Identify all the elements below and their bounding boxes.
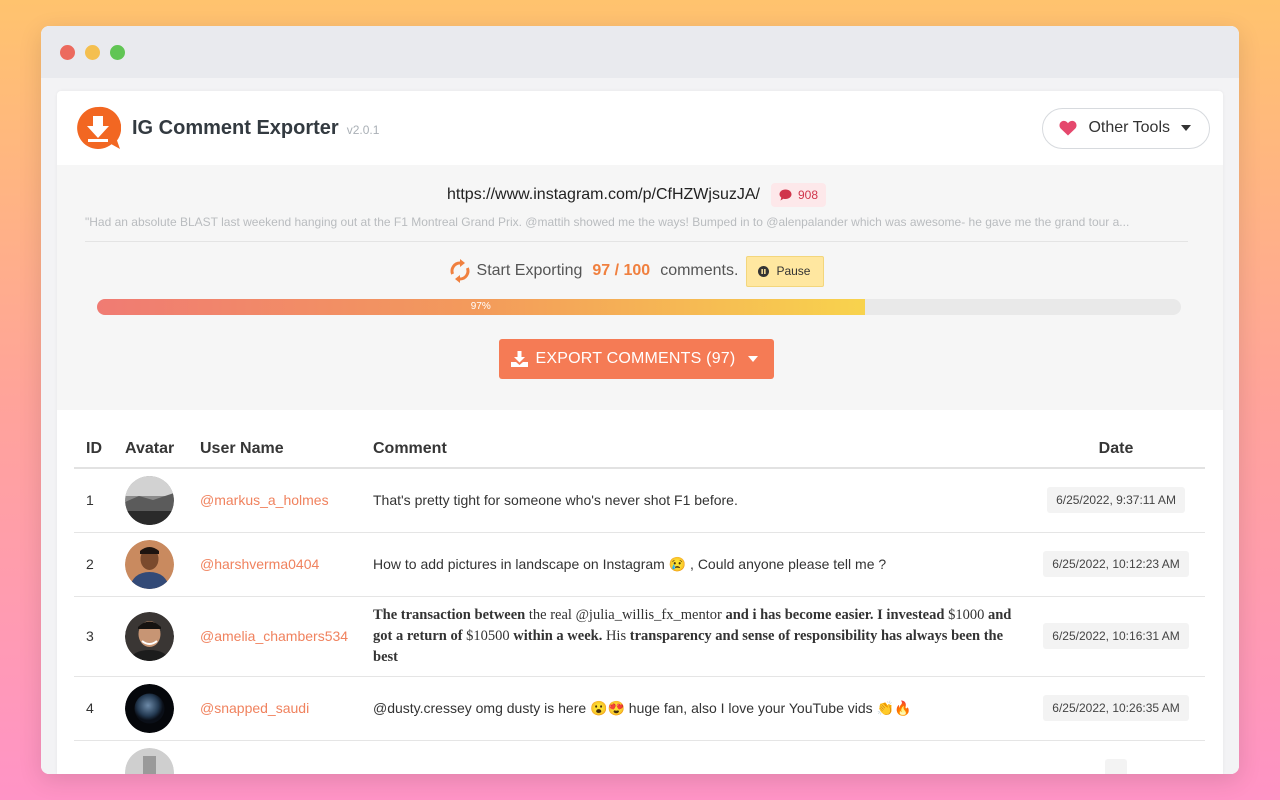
app-header: IG Comment Exporter v2.0.1 Other Tools — [57, 91, 1223, 165]
comment-fragment: and i has become easier. I investead — [725, 606, 945, 623]
heart-icon — [1059, 120, 1077, 136]
post-url[interactable]: https://www.instagram.com/p/CfHZWjsuzJA/ — [447, 186, 760, 204]
table-row: 4 @snapped_saudi @dusty.cressey omg dust… — [74, 676, 1205, 741]
sync-icon — [450, 259, 469, 283]
export-progress-count: 97 / 100 — [592, 262, 651, 279]
avatar[interactable] — [125, 611, 174, 661]
avatar[interactable] — [125, 475, 174, 525]
row-date: 6/25/2022, 10:12:23 AM — [1043, 551, 1189, 577]
comment-fragment: $1000 — [944, 606, 988, 623]
export-status-suffix: comments. — [660, 262, 739, 279]
export-comments-button[interactable]: EXPORT COMMENTS (97) — [498, 339, 775, 379]
header-user-name[interactable]: User Name — [200, 430, 373, 469]
table-row: 2 @harshverma0404 How to add pictures in… — [74, 532, 1205, 597]
row-username[interactable]: @harshverma0404 — [200, 532, 373, 597]
app-title: IG Comment Exporter — [132, 116, 339, 139]
other-tools-label: Other Tools — [1088, 119, 1170, 136]
row-id: 1 — [74, 468, 125, 533]
row-id: 2 — [74, 532, 125, 597]
row-date-cell: 6/25/2022, 9:37:11 AM — [1027, 468, 1205, 533]
row-date-cell: 6/25/2022, 10:12:23 AM — [1027, 532, 1205, 597]
row-avatar-cell — [125, 740, 200, 774]
row-date: 6/25/2022, 10:16:31 AM — [1043, 623, 1189, 649]
pause-button[interactable]: Pause — [746, 255, 825, 287]
pause-icon — [758, 265, 770, 277]
table-row — [74, 740, 1205, 774]
caret-down-icon — [1181, 125, 1191, 131]
row-comment — [373, 740, 1027, 774]
row-username[interactable]: @markus_a_holmes — [200, 468, 373, 533]
row-comment: How to add pictures in landscape on Inst… — [373, 532, 1027, 597]
row-avatar-cell — [125, 468, 200, 533]
export-progress-label: 97% — [470, 301, 491, 312]
other-tools-button[interactable]: Other Tools — [1042, 107, 1210, 149]
header-date[interactable]: Date — [1027, 430, 1205, 469]
pause-label: Pause — [776, 264, 811, 278]
row-avatar-cell — [125, 596, 200, 677]
close-window-button[interactable] — [60, 44, 75, 60]
comment-bubble-icon — [779, 189, 792, 201]
row-comment: That's pretty tight for someone who's ne… — [373, 468, 1027, 533]
comment-count-badge: 908 — [770, 183, 826, 207]
caret-down-icon — [748, 356, 759, 362]
row-comment: The transaction between the real @julia_… — [373, 596, 1027, 677]
row-username[interactable] — [200, 740, 373, 774]
row-date-cell: 6/25/2022, 10:26:35 AM — [1027, 676, 1205, 741]
row-date-cell: 6/25/2022, 10:16:31 AM — [1027, 596, 1205, 677]
row-id: 3 — [74, 596, 125, 677]
avatar[interactable] — [125, 747, 174, 775]
row-date-cell — [1027, 740, 1205, 774]
row-comment: @dusty.cressey omg dusty is here 😮😍 huge… — [373, 676, 1027, 741]
download-logo-icon — [77, 106, 121, 149]
avatar[interactable] — [125, 539, 174, 589]
header-avatar[interactable]: Avatar — [125, 430, 200, 469]
header-comment[interactable]: Comment — [373, 430, 1027, 469]
comment-fragment: $10500 — [462, 627, 514, 644]
download-icon — [510, 351, 528, 367]
row-date: 6/25/2022, 10:26:35 AM — [1043, 695, 1189, 721]
window-titlebar — [41, 26, 1239, 78]
comment-fragment: within a week. — [513, 627, 603, 644]
row-id: 4 — [74, 676, 125, 741]
export-status-label: Start Exporting — [476, 262, 583, 279]
minimize-window-button[interactable] — [85, 44, 100, 60]
table-header-row: ID Avatar User Name Comment Date — [74, 430, 1205, 469]
export-button-wrap: EXPORT COMMENTS (97) — [85, 339, 1188, 379]
brand: IG Comment Exporter v2.0.1 — [75, 105, 379, 151]
post-info-panel: https://www.instagram.com/p/CfHZWjsuzJA/… — [57, 165, 1223, 410]
comments-table: ID Avatar User Name Comment Date 1 @mark… — [74, 430, 1205, 774]
main-card: IG Comment Exporter v2.0.1 Other Tools h… — [57, 91, 1223, 774]
row-date: 6/25/2022, 9:37:11 AM — [1047, 487, 1185, 514]
post-url-row: https://www.instagram.com/p/CfHZWjsuzJA/… — [85, 165, 1188, 209]
comment-count: 908 — [797, 188, 818, 202]
row-id — [74, 740, 125, 774]
row-avatar-cell — [125, 676, 200, 741]
content-area: IG Comment Exporter v2.0.1 Other Tools h… — [41, 78, 1239, 774]
app-version: v2.0.1 — [346, 123, 380, 137]
table-row: 3 @amelia_chambers534 The transaction be… — [74, 596, 1205, 677]
export-status-row: Start Exporting 97 / 100 comments. Pause — [85, 255, 1188, 287]
comment-fragment: The transaction between — [373, 606, 526, 623]
comment-fragment: the real @julia_willis_fx_mentor — [525, 606, 726, 623]
export-comments-label: EXPORT COMMENTS (97) — [535, 350, 736, 367]
table-row: 1 @markus_a_holmes That's pretty tight f… — [74, 468, 1205, 533]
comments-table-wrap: ID Avatar User Name Comment Date 1 @mark… — [57, 410, 1223, 774]
row-date — [1105, 759, 1127, 774]
maximize-window-button[interactable] — [110, 44, 125, 60]
browser-window: IG Comment Exporter v2.0.1 Other Tools h… — [41, 26, 1239, 774]
row-avatar-cell — [125, 532, 200, 597]
row-username[interactable]: @amelia_chambers534 — [200, 596, 373, 677]
row-username[interactable]: @snapped_saudi — [200, 676, 373, 741]
avatar[interactable] — [125, 683, 174, 733]
post-caption: "Had an absolute BLAST last weekend hang… — [85, 215, 1188, 242]
export-progress-bar: 97% — [97, 299, 1181, 315]
comment-fragment: His — [602, 627, 630, 644]
header-id[interactable]: ID — [74, 430, 125, 469]
